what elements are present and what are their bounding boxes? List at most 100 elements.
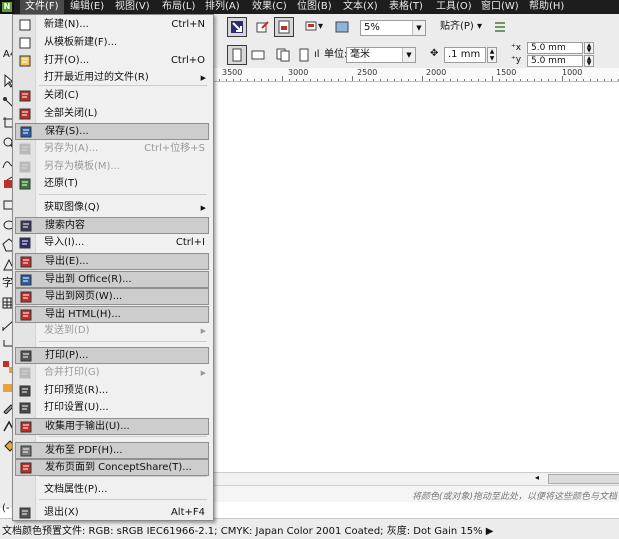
menu-item-label: 保存(S)... <box>45 126 89 137</box>
all-pages-button[interactable] <box>273 45 293 65</box>
file-menu-item[interactable]: 搜索内容 <box>15 217 209 234</box>
menu-help[interactable]: 帮助(H) <box>524 0 569 14</box>
menu-text[interactable]: 文本(X) <box>338 0 383 14</box>
ruler-tick-mark <box>324 79 325 81</box>
file-menu-item[interactable]: 发布页面到 ConceptShare(T)... <box>15 459 209 476</box>
file-menu-item[interactable]: 新建(N)... Ctrl+N <box>15 17 209 34</box>
search-content-icon <box>20 220 32 232</box>
document-color-profile-status[interactable]: 文档颜色预置文件: RGB: sRGB IEC61966-2.1; CMYK: … <box>2 522 493 537</box>
file-menu-item[interactable]: 导入(I)... Ctrl+I <box>15 235 209 252</box>
file-menu-item[interactable]: 打印设置(U)... <box>15 400 209 417</box>
file-menu-item[interactable]: 导出到 Office(R)... <box>15 271 209 288</box>
file-menu-item: 另存为(A)... Ctrl+位移+S <box>15 141 209 158</box>
export-toolbar-button[interactable] <box>253 17 273 37</box>
horizontal-ruler[interactable]: 3500 3000 2500 2000 1500 1000 <box>212 68 619 82</box>
scroll-left-arrow-icon[interactable]: ◂ <box>535 473 539 483</box>
menu-view[interactable]: 视图(V) <box>110 0 155 14</box>
units-combo[interactable]: 毫米 ▼ <box>346 47 416 63</box>
options-button[interactable] <box>490 17 510 37</box>
file-menu-item[interactable]: 还原(T) <box>15 176 209 193</box>
submenu-arrow-icon: ▶ <box>200 369 206 377</box>
current-page-button[interactable] <box>294 45 314 65</box>
file-menu-item[interactable]: 文档属性(P)... <box>15 482 209 499</box>
menu-separator <box>39 341 207 342</box>
units-label: 单位: <box>324 49 348 60</box>
ruler-tick-mark <box>338 79 339 81</box>
file-menu-item[interactable]: 关闭(C) <box>15 88 209 105</box>
duplicate-distance-x-input[interactable]: 5.0 mm <box>527 42 583 54</box>
ruler-tick-mark <box>436 79 437 81</box>
file-menu-item[interactable]: 打印(P)... <box>15 347 209 364</box>
menu-item-label: 发布至 PDF(H)... <box>45 445 123 456</box>
menu-item-label: 打印(P)... <box>45 350 89 361</box>
menu-arrange[interactable]: 排列(A) <box>200 0 245 14</box>
file-menu-item[interactable]: 保存(S)... <box>15 123 209 140</box>
welcome-screen-button[interactable] <box>332 17 352 37</box>
launcher-dropdown-arrow[interactable]: ▾ <box>318 20 323 34</box>
menu-layout[interactable]: 布局(L) <box>157 0 200 14</box>
ruler-tick-mark <box>471 79 472 81</box>
file-menu-item[interactable]: 退出(X) Alt+F4 <box>15 505 209 522</box>
open-folder-icon <box>19 55 31 67</box>
ruler-tick-mark <box>569 79 570 81</box>
menu-separator <box>39 436 207 437</box>
ruler-tick-mark <box>562 76 563 81</box>
file-menu-item[interactable]: 发布至 PDF(H)... <box>15 442 209 459</box>
menu-table[interactable]: 表格(T) <box>384 0 428 14</box>
file-menu-item[interactable]: 从模板新建(F)... <box>15 35 209 52</box>
menu-item-label: 打印预览(R)... <box>44 385 109 396</box>
zoom-level-combo[interactable]: 5% ▼ <box>360 20 426 36</box>
menu-edit[interactable]: 编辑(E) <box>65 0 109 14</box>
nudge-distance-input[interactable]: .1 mm <box>444 47 486 63</box>
units-value: 毫米 <box>350 49 370 60</box>
duplicate-distance-y-input[interactable]: 5.0 mm <box>527 55 583 67</box>
duplicate-x-spinner[interactable]: ▲ ▼ <box>584 42 594 54</box>
export-office-icon <box>20 274 32 286</box>
file-menu-item[interactable]: 打开最近用过的文件(R) ▶ <box>15 70 209 87</box>
menu-file[interactable]: 文件(F) <box>20 0 64 14</box>
menu-bitmaps[interactable]: 位图(B) <box>292 0 337 14</box>
landscape-button[interactable] <box>248 45 268 65</box>
file-menu-item[interactable]: 导出 HTML(H)... <box>15 306 209 323</box>
new-doc-icon <box>19 19 31 31</box>
menu-window[interactable]: 窗口(W) <box>476 0 524 14</box>
menu-effects[interactable]: 效果(C) <box>247 0 292 14</box>
drawing-canvas[interactable] <box>212 82 619 472</box>
portrait-button[interactable] <box>227 45 247 65</box>
color-palette-hint-bar[interactable]: 将颜色(或对象)拖动至此处，以便将这些颜色与文档 <box>212 485 619 502</box>
publish-pdf-toolbar-button[interactable] <box>274 17 294 37</box>
menu-item-label: 文档属性(P)... <box>44 484 108 495</box>
portrait-icon <box>232 48 242 62</box>
ruler-tick-mark <box>352 76 353 81</box>
file-menu-item[interactable]: 打开(O)... Ctrl+O <box>15 53 209 70</box>
file-menu-item[interactable]: 收集用于输出(U)... <box>15 418 209 435</box>
horizontal-scroll-thumb[interactable] <box>548 474 619 484</box>
file-menu-item[interactable]: 打印预览(R)... <box>15 383 209 400</box>
duplicate-y-spinner[interactable]: ▲ ▼ <box>584 55 594 67</box>
import-toolbar-button[interactable] <box>227 17 247 37</box>
print-setup-icon <box>19 402 31 414</box>
print-preview-icon <box>19 385 31 397</box>
ruler-tick-mark <box>401 79 402 81</box>
duplicate-x-value: 5.0 mm <box>531 43 566 53</box>
chevron-down-icon: ▼ <box>402 48 415 62</box>
ruler-tick-mark <box>415 79 416 81</box>
ruler-tick-mark <box>394 79 395 81</box>
nudge-spinner[interactable]: ▲ ▼ <box>487 47 497 63</box>
ruler-tick-mark <box>254 79 255 81</box>
ruler-tick-mark <box>541 79 542 81</box>
ruler-tick-mark <box>268 79 269 81</box>
duplicate-y-icon: ⁺y <box>511 55 522 65</box>
menu-item-shortcut: Alt+F4 <box>170 507 205 518</box>
file-menu-item[interactable]: 导出(E)... <box>15 253 209 270</box>
ruler-tick-label: 2000 <box>426 68 447 77</box>
ruler-tick-mark <box>597 79 598 81</box>
menu-tools[interactable]: 工具(O) <box>431 0 477 14</box>
export-web-icon <box>20 291 32 303</box>
file-menu-item[interactable]: 导出到网页(W)... <box>15 288 209 305</box>
file-menu-item[interactable]: 全部关闭(L) <box>15 106 209 123</box>
file-menu-item: 另存为模板(M)... <box>15 159 209 176</box>
file-menu-item[interactable]: 获取图像(Q) ▶ <box>15 200 209 217</box>
menu-item-label: 另存为模板(M)... <box>44 161 120 172</box>
snap-to-menu[interactable]: 贴齐(P) ▾ <box>440 20 482 34</box>
